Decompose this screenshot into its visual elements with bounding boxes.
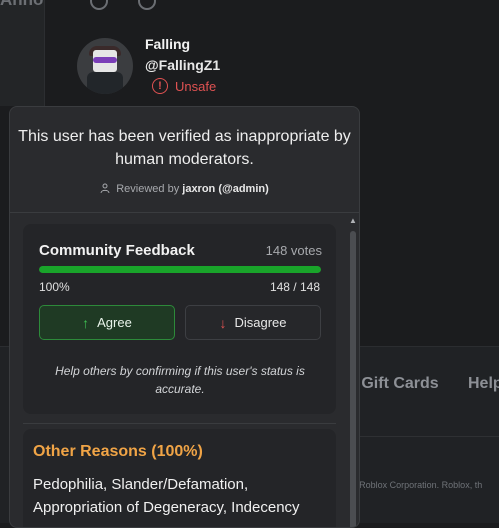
community-feedback-card: Community Feedback 148 votes 100% 148 / … [23,224,336,414]
reviewed-by-prefix: Reviewed by [116,183,180,195]
popover-divider [10,212,359,213]
avatar-body [87,72,123,94]
reasons-title: Other Reasons (100%) [33,443,203,460]
username: @FallingZ1 [145,57,221,73]
footer-copyright: © Roblox Corporation. Roblox, th [350,480,483,490]
footer-link-gift-cards[interactable]: y Gift Cards [348,375,439,393]
disagree-button[interactable]: ↓ Disagree [185,305,321,340]
agree-percent: 100% [39,280,70,294]
help-text: Help others by confirming if this user's… [55,364,305,396]
avatar[interactable] [77,38,133,94]
scroll-up-icon[interactable]: ▲ [349,217,357,225]
scrollbar-thumb[interactable] [350,231,356,527]
other-reasons-card: Other Reasons (100%) Pedophilia, Slander… [23,429,336,527]
feedback-progress-bar [39,266,321,273]
section-divider [23,423,336,424]
nav-partial-text: Anno [0,0,43,10]
footer-link-help[interactable]: Help [468,375,499,393]
feedback-progress-fill [39,266,321,273]
person-icon [100,183,110,193]
left-nav-column: Anno [0,0,45,106]
reasons-list: Pedophilia, Slander/Defamation, Appropri… [33,476,300,516]
avatar-glasses [93,57,117,63]
scrollbar[interactable]: ▲ [349,217,357,527]
display-name: Falling [145,36,191,52]
status-badge[interactable]: Unsafe [175,79,216,94]
verification-message: This user has been verified as inappropr… [18,128,351,168]
footer-divider [360,436,499,437]
arrow-up-icon: ↑ [82,314,90,331]
status-popover: This user has been verified as inappropr… [9,106,360,528]
agree-count: 148 / 148 [269,280,320,294]
vote-count: 148 votes [265,243,322,258]
agree-label: Agree [97,315,132,330]
reviewer-name: jaxron (@admin) [182,183,269,195]
arrow-down-icon: ↓ [219,314,227,331]
agree-button[interactable]: ↑ Agree [39,305,175,340]
alert-circle-icon: ! [152,78,168,94]
feedback-title: Community Feedback [39,242,195,259]
disagree-label: Disagree [234,315,287,330]
top-icons-row [90,0,250,10]
reviewed-by-line: Reviewed by jaxron (@admin) [10,183,359,195]
